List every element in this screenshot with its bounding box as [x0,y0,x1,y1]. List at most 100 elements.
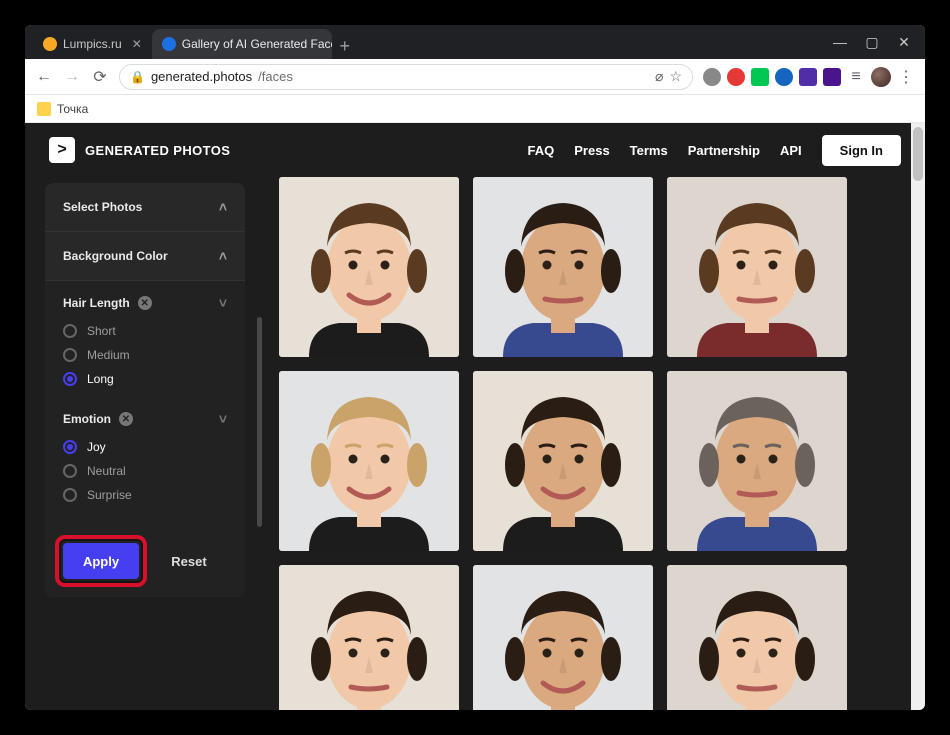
face-thumbnail[interactable] [279,371,459,551]
nav-link-press[interactable]: Press [574,143,609,158]
address-bar[interactable]: 🔒 generated.photos/faces ⌀ ☆ [119,64,693,90]
option-label: Long [87,372,114,386]
option-neutral[interactable]: Neutral [63,459,227,483]
face-thumbnail[interactable] [667,565,847,710]
clear-filter-icon[interactable]: ✕ [138,296,152,310]
ext-icon[interactable] [775,68,793,86]
window-controls: — ▢ ✕ [833,25,917,59]
browser-window: Lumpics.ru ✕ Gallery of AI Generated Fac… [25,25,925,710]
scrollbar-thumb[interactable] [913,127,923,181]
filter-title: Hair Length [63,296,130,310]
close-tab-icon[interactable]: ✕ [132,37,142,51]
tab-lumpics[interactable]: Lumpics.ru ✕ [33,29,152,59]
translate-icon[interactable]: ⌀ [655,68,663,85]
site-header: > GENERATED PHOTOS FAQ Press Terms Partn… [25,123,925,177]
signin-button[interactable]: Sign In [822,135,901,166]
tab-strip: Lumpics.ru ✕ Gallery of AI Generated Fac… [25,25,925,59]
apply-button[interactable]: Apply [63,543,139,579]
emotion-options: Joy Neutral Surprise [63,427,227,517]
extension-icons: ≡ ⋮ [703,67,915,87]
face-thumbnail[interactable] [279,177,459,357]
brand-title: GENERATED PHOTOS [85,143,230,158]
section-label: Background Color [63,249,168,263]
main-area: Select Photos ˄ Background Color ˄ Hair … [25,177,911,710]
radio-icon [63,440,77,454]
sidebar-scrollbar[interactable] [257,317,262,527]
ext-icon[interactable] [751,68,769,86]
nav-link-api[interactable]: API [780,143,802,158]
new-tab-button[interactable]: + [332,33,358,59]
minimize-icon[interactable]: — [833,34,847,50]
tab-label: Gallery of AI Generated Faces | G… [182,37,332,51]
bookmark-item[interactable]: Точка [57,102,88,116]
filter-actions: Apply Reset [45,521,245,597]
favicon-icon [162,37,176,51]
bookmarks-bar: Точка [25,95,925,123]
forward-icon[interactable]: → [63,68,81,86]
filter-panel: Select Photos ˄ Background Color ˄ Hair … [45,183,245,597]
bookmark-folder-icon [37,102,51,116]
option-short[interactable]: Short [63,319,227,343]
filter-hair-length: Hair Length ✕ ˅ Short Medium Long [45,281,245,405]
option-joy[interactable]: Joy [63,435,227,459]
nav-link-partnership[interactable]: Partnership [688,143,760,158]
url-path: /faces [258,69,293,84]
radio-icon [63,372,77,386]
face-thumbnail[interactable] [279,565,459,710]
option-label: Joy [87,440,106,454]
option-label: Medium [87,348,130,362]
filter-heading[interactable]: Emotion ✕ ˅ [63,411,227,427]
reload-icon[interactable]: ⟳ [91,67,109,87]
face-thumbnail[interactable] [667,371,847,551]
option-long[interactable]: Long [63,367,227,391]
hair-options: Short Medium Long [63,311,227,401]
option-label: Neutral [87,464,126,478]
close-window-icon[interactable]: ✕ [897,34,911,51]
face-thumbnail[interactable] [473,177,653,357]
filter-emotion: Emotion ✕ ˅ Joy Neutral Surprise [45,405,245,521]
profile-avatar-icon[interactable] [871,67,891,87]
section-label: Select Photos [63,200,142,214]
face-thumbnail[interactable] [473,565,653,710]
chevron-down-icon: ˅ [219,411,227,427]
page-viewport: > GENERATED PHOTOS FAQ Press Terms Partn… [25,123,925,710]
ext-icon[interactable] [727,68,745,86]
maximize-icon[interactable]: ▢ [865,34,879,51]
section-background-color[interactable]: Background Color ˄ [45,232,245,281]
clear-filter-icon[interactable]: ✕ [119,412,133,426]
option-medium[interactable]: Medium [63,343,227,367]
filter-title: Emotion [63,412,111,426]
section-select-photos[interactable]: Select Photos ˄ [45,183,245,232]
reading-list-icon[interactable]: ≡ [847,68,865,86]
radio-icon [63,348,77,362]
star-icon[interactable]: ☆ [669,68,682,85]
tab-label: Lumpics.ru [63,37,122,51]
ext-icon[interactable] [823,68,841,86]
filter-sidebar: Select Photos ˄ Background Color ˄ Hair … [25,177,245,710]
lock-icon: 🔒 [130,70,145,84]
tab-generated-photos[interactable]: Gallery of AI Generated Faces | G… ✕ [152,29,332,59]
option-label: Short [87,324,116,338]
reset-button[interactable]: Reset [151,543,227,579]
url-host: generated.photos [151,69,252,84]
chevron-up-icon: ˄ [219,199,227,215]
option-surprise[interactable]: Surprise [63,483,227,507]
option-label: Surprise [87,488,132,502]
radio-icon [63,464,77,478]
back-icon[interactable]: ← [35,68,53,86]
filter-heading[interactable]: Hair Length ✕ ˅ [63,295,227,311]
vertical-scrollbar[interactable] [911,123,925,710]
nav-link-faq[interactable]: FAQ [528,143,555,158]
face-thumbnail[interactable] [473,371,653,551]
ext-icon[interactable] [799,68,817,86]
nav-link-terms[interactable]: Terms [630,143,668,158]
ext-icon[interactable] [703,68,721,86]
favicon-icon [43,37,57,51]
radio-icon [63,324,77,338]
browser-toolbar: ← → ⟳ 🔒 generated.photos/faces ⌀ ☆ ≡ ⋮ [25,59,925,95]
brand-logo-icon[interactable]: > [49,137,75,163]
radio-icon [63,488,77,502]
face-thumbnail[interactable] [667,177,847,357]
chevron-up-icon: ˄ [219,248,227,264]
menu-icon[interactable]: ⋮ [897,67,915,87]
